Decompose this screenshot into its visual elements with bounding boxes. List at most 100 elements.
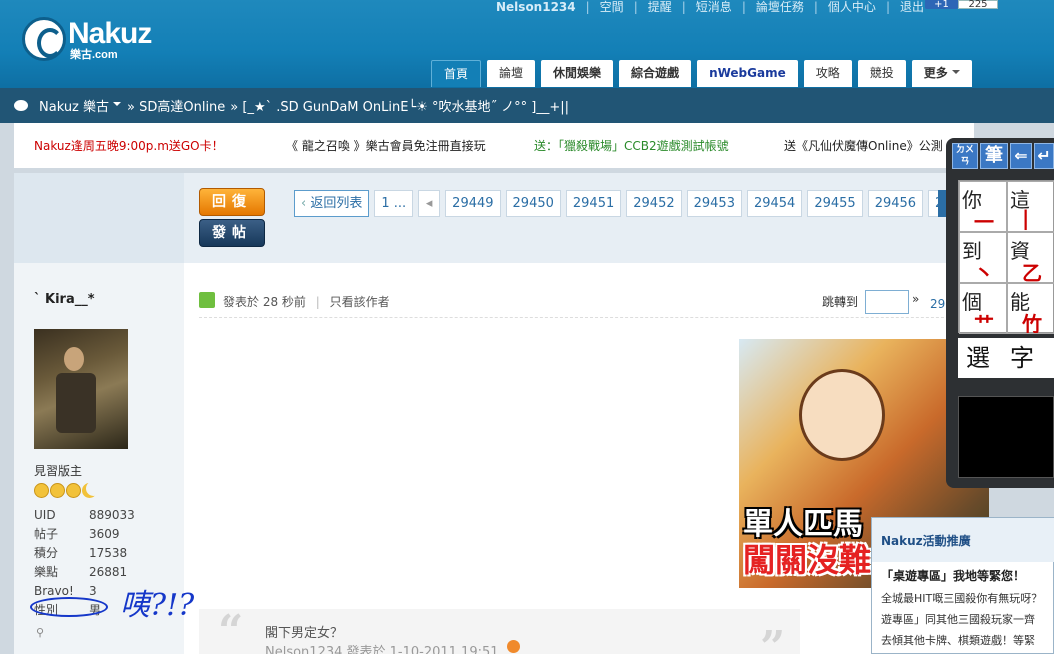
- activity-line[interactable]: 全城最HIT嘅三國殺你有無玩呀？: [881, 590, 1042, 606]
- new-post-button[interactable]: 發帖: [199, 219, 265, 247]
- page-link[interactable]: 29453: [686, 190, 742, 217]
- ime-logo[interactable]: ㄉㄨㄢ: [952, 143, 978, 169]
- chevron-down-icon[interactable]: [113, 101, 122, 110]
- promo-link-2[interactable]: 《 龍之召喚 》樂古會員免注冊直接玩: [286, 137, 486, 154]
- separator: |: [681, 0, 686, 14]
- ime-candidate-stroke: 竹: [1022, 312, 1042, 334]
- jump-to-quote-icon[interactable]: [507, 640, 520, 653]
- ime-candidate[interactable]: 到丶: [959, 232, 1007, 283]
- breadcrumb-forum[interactable]: » SD高達Online: [127, 96, 225, 115]
- back-to-list-label: 返回列表: [310, 196, 363, 211]
- nav-tab-guides[interactable]: 攻略: [803, 60, 852, 87]
- author-only-link[interactable]: 只看該作者: [330, 295, 390, 309]
- page-link[interactable]: 29450: [505, 190, 561, 217]
- ime-candidate-stroke: 丶: [974, 261, 994, 283]
- plus-one-button[interactable]: +1: [925, 0, 958, 10]
- link-reminder[interactable]: 提醒: [648, 0, 672, 16]
- stat-row: 帖子 3609: [34, 525, 135, 544]
- ime-candidate[interactable]: 個艹: [959, 283, 1007, 334]
- page-first[interactable]: 1 ...: [374, 190, 414, 217]
- page-link[interactable]: 29454: [746, 190, 803, 217]
- page-link[interactable]: 29452: [626, 190, 682, 217]
- separator: |: [585, 0, 590, 14]
- jump-input[interactable]: [865, 290, 909, 314]
- separator: |: [813, 0, 818, 14]
- arrow-left-icon[interactable]: ⇐: [1010, 143, 1032, 169]
- post-meta: 發表於 28 秒前 | 只看該作者: [223, 293, 390, 310]
- reply-button[interactable]: 回復: [199, 188, 265, 216]
- prev-page-icon[interactable]: ◂: [418, 190, 441, 217]
- nav-tab-leisure[interactable]: 休閒娛樂: [541, 60, 614, 87]
- back-to-list-button[interactable]: ‹ 返回列表: [294, 190, 370, 217]
- link-space[interactable]: 空間: [600, 0, 624, 16]
- nav-tab-more-label: 更多: [923, 66, 948, 80]
- link-profile[interactable]: 個人中心: [828, 0, 876, 16]
- author-online-icon: [199, 292, 215, 308]
- enter-icon[interactable]: ↵: [1034, 143, 1054, 169]
- page-link[interactable]: 29451: [565, 190, 622, 217]
- nav-tab-home[interactable]: 首頁: [431, 60, 482, 87]
- link-messages[interactable]: 短消息: [696, 0, 732, 16]
- nav-tab-more[interactable]: 更多: [911, 60, 972, 87]
- author-rank: 見習版主: [34, 464, 83, 478]
- ime-candidate[interactable]: 能竹: [1007, 283, 1054, 334]
- activity-line[interactable]: 去傾其他卡牌、棋類遊戲！等緊: [881, 632, 1035, 648]
- moon-icon: [82, 483, 97, 498]
- ime-candidate[interactable]: 你一: [959, 181, 1007, 232]
- separator: |: [741, 0, 746, 14]
- breadcrumb-home[interactable]: Nakuz 樂古: [39, 96, 109, 115]
- star-icon: [50, 483, 65, 498]
- ime-mode[interactable]: 筆: [980, 143, 1008, 169]
- breadcrumb-thread[interactable]: » [_★ˋ .SD GunDaM OnLinE└☀ °吹水基地˝ ノ°° ]_…: [230, 96, 569, 115]
- stat-value[interactable]: 889033: [89, 506, 135, 525]
- user-link[interactable]: Nelson1234: [496, 0, 576, 16]
- logo-subtext: 樂古.com: [70, 49, 118, 61]
- page-link[interactable]: 29456: [867, 190, 924, 217]
- ime-candidates: 你一 這 | 到丶 資乙 個艹 能竹: [958, 180, 1054, 334]
- avatar[interactable]: [34, 329, 128, 449]
- quote-text: 閣下男定女？: [265, 626, 344, 641]
- promo-link-3[interactable]: 送：「獵殺戰場」CCB2遊戲測試帳號: [534, 137, 729, 154]
- ime-candidate[interactable]: 資乙: [1007, 232, 1054, 283]
- rank-stars: [34, 483, 97, 498]
- activity-line[interactable]: 遊專區」同其他三國殺玩家一齊: [881, 611, 1035, 627]
- online-status-icon[interactable]: ⚲: [36, 626, 44, 639]
- stat-key: 帖子: [34, 527, 59, 541]
- ime-writing-pad[interactable]: [958, 396, 1054, 478]
- jump-button[interactable]: »: [912, 292, 919, 306]
- divider: [199, 317, 974, 318]
- annotation-circle: [30, 597, 108, 617]
- nav-tab-forum[interactable]: 論壇: [487, 60, 536, 87]
- author-name[interactable]: ˋ Kira__*: [34, 292, 95, 307]
- stat-row: UID 889033: [34, 506, 135, 525]
- logo-icon[interactable]: [22, 17, 66, 61]
- quote-open-icon: “: [218, 606, 244, 654]
- page-link[interactable]: 29455: [807, 190, 863, 217]
- page-link[interactable]: 29449: [445, 190, 501, 217]
- promo-bar: Nakuz逢周五晚9:00p.m送GO卡！ 《 龍之召喚 》樂古會員免注冊直接玩…: [14, 123, 974, 168]
- promo-link-4[interactable]: 送《凡仙伏魔傳Online》公測: [784, 137, 943, 154]
- star-icon: [66, 483, 81, 498]
- nav-tab-auction[interactable]: 競投: [857, 60, 906, 87]
- activity-title: Nakuz活動推廣: [872, 518, 1054, 562]
- stat-key: 樂點: [34, 565, 59, 579]
- breadcrumb: Nakuz 樂古 » SD高達Online » [_★ˋ .SD GunDaM …: [0, 88, 1054, 123]
- floor-number[interactable]: 29: [930, 297, 945, 311]
- stat-row: 積分 17538: [34, 544, 135, 563]
- promo-link-1[interactable]: Nakuz逢周五晚9:00p.m送GO卡！: [34, 137, 224, 154]
- stat-value[interactable]: 3609: [89, 525, 120, 544]
- activity-heading[interactable]: 「桌遊專區」我地等緊您！: [881, 567, 1025, 584]
- link-tasks[interactable]: 論壇任務: [756, 0, 804, 16]
- ime-candidate-stroke: 艹: [974, 312, 994, 334]
- thread-toolbar: [184, 173, 960, 263]
- nav-tab-nwebgame[interactable]: nWebGame: [697, 60, 798, 87]
- annotation-note: 咦?!?: [120, 588, 195, 623]
- plus-one-count: 225: [958, 0, 998, 10]
- ime-select-button[interactable]: 選字: [958, 338, 1054, 378]
- nav-tab-games[interactable]: 綜合遊戲: [619, 60, 692, 87]
- ime-candidate[interactable]: 這 |: [1007, 181, 1054, 232]
- ad-character: [799, 369, 885, 461]
- chevron-down-icon: [951, 70, 960, 78]
- star-icon: [34, 483, 49, 498]
- link-logout[interactable]: 退出: [900, 0, 924, 16]
